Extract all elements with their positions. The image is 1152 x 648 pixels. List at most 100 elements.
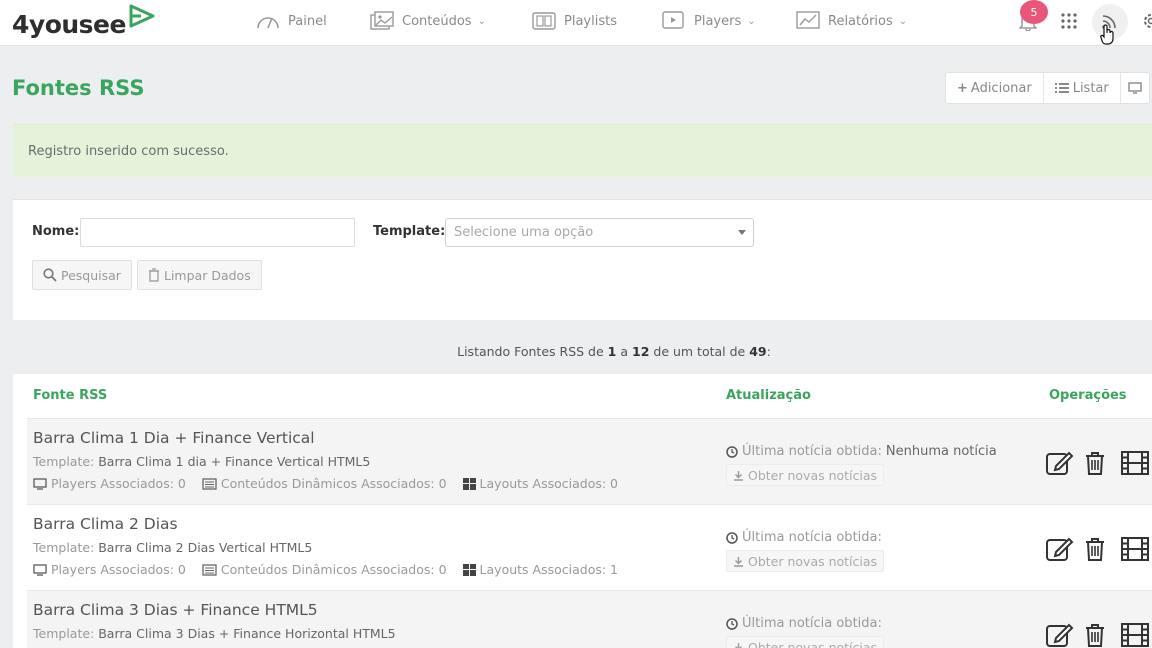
trash-icon [1086, 452, 1104, 475]
notifications-badge[interactable]: 5 [1020, 0, 1048, 24]
players-count: Players Associados: 0 [33, 476, 186, 491]
settings-button[interactable] [1140, 10, 1152, 32]
layout-icon [462, 563, 476, 576]
column-header-source[interactable]: Fonte RSS [33, 388, 107, 403]
template-value: Barra Clima 3 Dias + Finance Horizontal … [98, 626, 396, 641]
gear-icon [1144, 14, 1152, 28]
add-button[interactable]: + Adicionar [946, 73, 1044, 103]
layouts-button[interactable] [1120, 620, 1150, 648]
layouts-button[interactable] [1120, 534, 1150, 564]
fetch-news-label: Obter novas notícias [748, 467, 878, 483]
name-input[interactable] [80, 218, 355, 247]
rss-template: Template: Barra Clima 1 dia + Finance Ve… [33, 454, 370, 469]
dynamic-count: Conteúdos Dinâmicos Associados: 0 [202, 562, 447, 577]
name-label: Nome: [32, 224, 80, 239]
search-button[interactable]: Pesquisar [32, 260, 132, 290]
edit-button[interactable] [1045, 534, 1075, 564]
playlist-icon [532, 12, 556, 30]
last-news-label: Última notícia obtida: [742, 530, 882, 545]
layouts-button[interactable] [1120, 448, 1150, 478]
listing-sep: a [620, 344, 629, 359]
column-header-operations: Operações [1049, 388, 1127, 403]
nav-relatorios[interactable]: Relatórios ⌄ [796, 0, 907, 42]
edit-icon [1046, 451, 1074, 475]
brand-name: 4yousee [12, 10, 126, 39]
table-row: Barra Clima 1 Dia + Finance Vertical Tem… [27, 418, 1152, 504]
nav-label: Playlists [564, 13, 617, 29]
rss-template: Template: Barra Clima 2 Dias Vertical HT… [33, 540, 312, 555]
nav-playlists[interactable]: Playlists [532, 0, 617, 42]
listing-prefix: Listando Fontes RSS de [457, 344, 604, 359]
template-label: Template: [33, 454, 95, 469]
delete-button[interactable] [1080, 448, 1110, 478]
clock-icon [726, 617, 738, 630]
trash-icon [1086, 538, 1104, 561]
rss-name[interactable]: Barra Clima 1 Dia + Finance Vertical [33, 429, 315, 447]
gauge-icon [257, 17, 279, 29]
dynamic-label: Conteúdos Dinâmicos Associados: 0 [220, 476, 447, 491]
players-count: Players Associados: 0 [33, 562, 186, 577]
chevron-down-icon: ⌄ [477, 15, 486, 27]
fetch-news-button[interactable]: Obter novas notícias [726, 636, 885, 648]
template-value: Barra Clima 1 dia + Finance Vertical HTM… [98, 454, 371, 469]
nav-players[interactable]: Players ⌄ [662, 0, 756, 42]
column-header-update[interactable]: Atualização [726, 388, 811, 403]
template-select[interactable]: Selecione uma opção [445, 218, 754, 247]
fetch-news-label: Obter novas notícias [748, 553, 878, 569]
search-button-label: Pesquisar [61, 267, 121, 283]
filter-panel: Nome: Template: Selecione uma opção Pesq… [13, 199, 1152, 320]
listing-to: 12 [632, 344, 650, 359]
listing-sep: de um total de [653, 344, 746, 359]
delete-button[interactable] [1080, 620, 1110, 648]
listing-total: 49 [749, 344, 767, 359]
clock-icon [726, 445, 738, 458]
brand-logo[interactable]: 4yousee [12, 4, 157, 42]
fetch-news-button[interactable]: Obter novas notícias [726, 550, 885, 572]
clear-button-label: Limpar Dados [164, 267, 251, 283]
list-button[interactable]: Listar [1044, 73, 1121, 103]
film-icon [1121, 451, 1149, 475]
film-icon [1121, 537, 1149, 561]
nav-painel[interactable]: Painel [256, 0, 327, 42]
trash-icon [1086, 624, 1104, 647]
list-button-label: Listar [1072, 80, 1109, 96]
edit-icon [1046, 537, 1074, 561]
page-actions: + Adicionar Listar [945, 72, 1150, 104]
edit-button[interactable] [1045, 620, 1075, 648]
hand-cursor-icon [1100, 24, 1114, 45]
display-button[interactable] [1121, 73, 1149, 103]
newspaper-icon [202, 563, 217, 576]
nav-label: Conteúdos [402, 13, 472, 29]
last-news: Última notícia obtida: [726, 616, 886, 631]
template-label: Template: [33, 626, 95, 641]
rss-meta: Players Associados: 0 Conteúdos Dinâmico… [33, 476, 634, 491]
download-icon [734, 470, 743, 481]
table-row: Barra Clima 3 Dias + Finance HTML5 Templ… [27, 590, 1152, 648]
images-icon [370, 11, 394, 30]
download-icon [734, 556, 743, 567]
template-value: Barra Clima 2 Dias Vertical HTML5 [98, 540, 313, 555]
layouts-label: Layouts Associados: 0 [479, 476, 618, 491]
alert-message: Registro inserido com sucesso. [28, 143, 229, 159]
template-label: Template: [373, 224, 446, 239]
players-label: Players Associados: 0 [51, 562, 186, 577]
last-news-label: Última notícia obtida: [742, 444, 882, 459]
rss-name[interactable]: Barra Clima 2 Dias [33, 515, 178, 533]
rss-name[interactable]: Barra Clima 3 Dias + Finance HTML5 [33, 601, 318, 619]
nav-conteudos[interactable]: Conteúdos ⌄ [370, 0, 486, 42]
template-placeholder: Selecione uma opção [454, 225, 594, 240]
template-label: Template: [33, 540, 95, 555]
fetch-news-button[interactable]: Obter novas notícias [726, 464, 885, 486]
edit-button[interactable] [1045, 448, 1075, 478]
last-news-value: Nenhuma notícia [885, 444, 997, 459]
clear-button[interactable]: Limpar Dados [137, 260, 262, 290]
monitor-icon [33, 563, 47, 576]
listing-suffix: : [766, 344, 771, 359]
last-news: Última notícia obtida: Nenhuma notícia [726, 444, 997, 459]
apps-button[interactable] [1058, 10, 1080, 32]
grid-icon [1061, 13, 1077, 29]
delete-button[interactable] [1080, 534, 1110, 564]
nav-label: Painel [288, 13, 327, 29]
last-news: Última notícia obtida: [726, 530, 886, 545]
top-navbar: 4yousee Painel Conteúdos ⌄ Playlists Pla… [0, 0, 1152, 46]
